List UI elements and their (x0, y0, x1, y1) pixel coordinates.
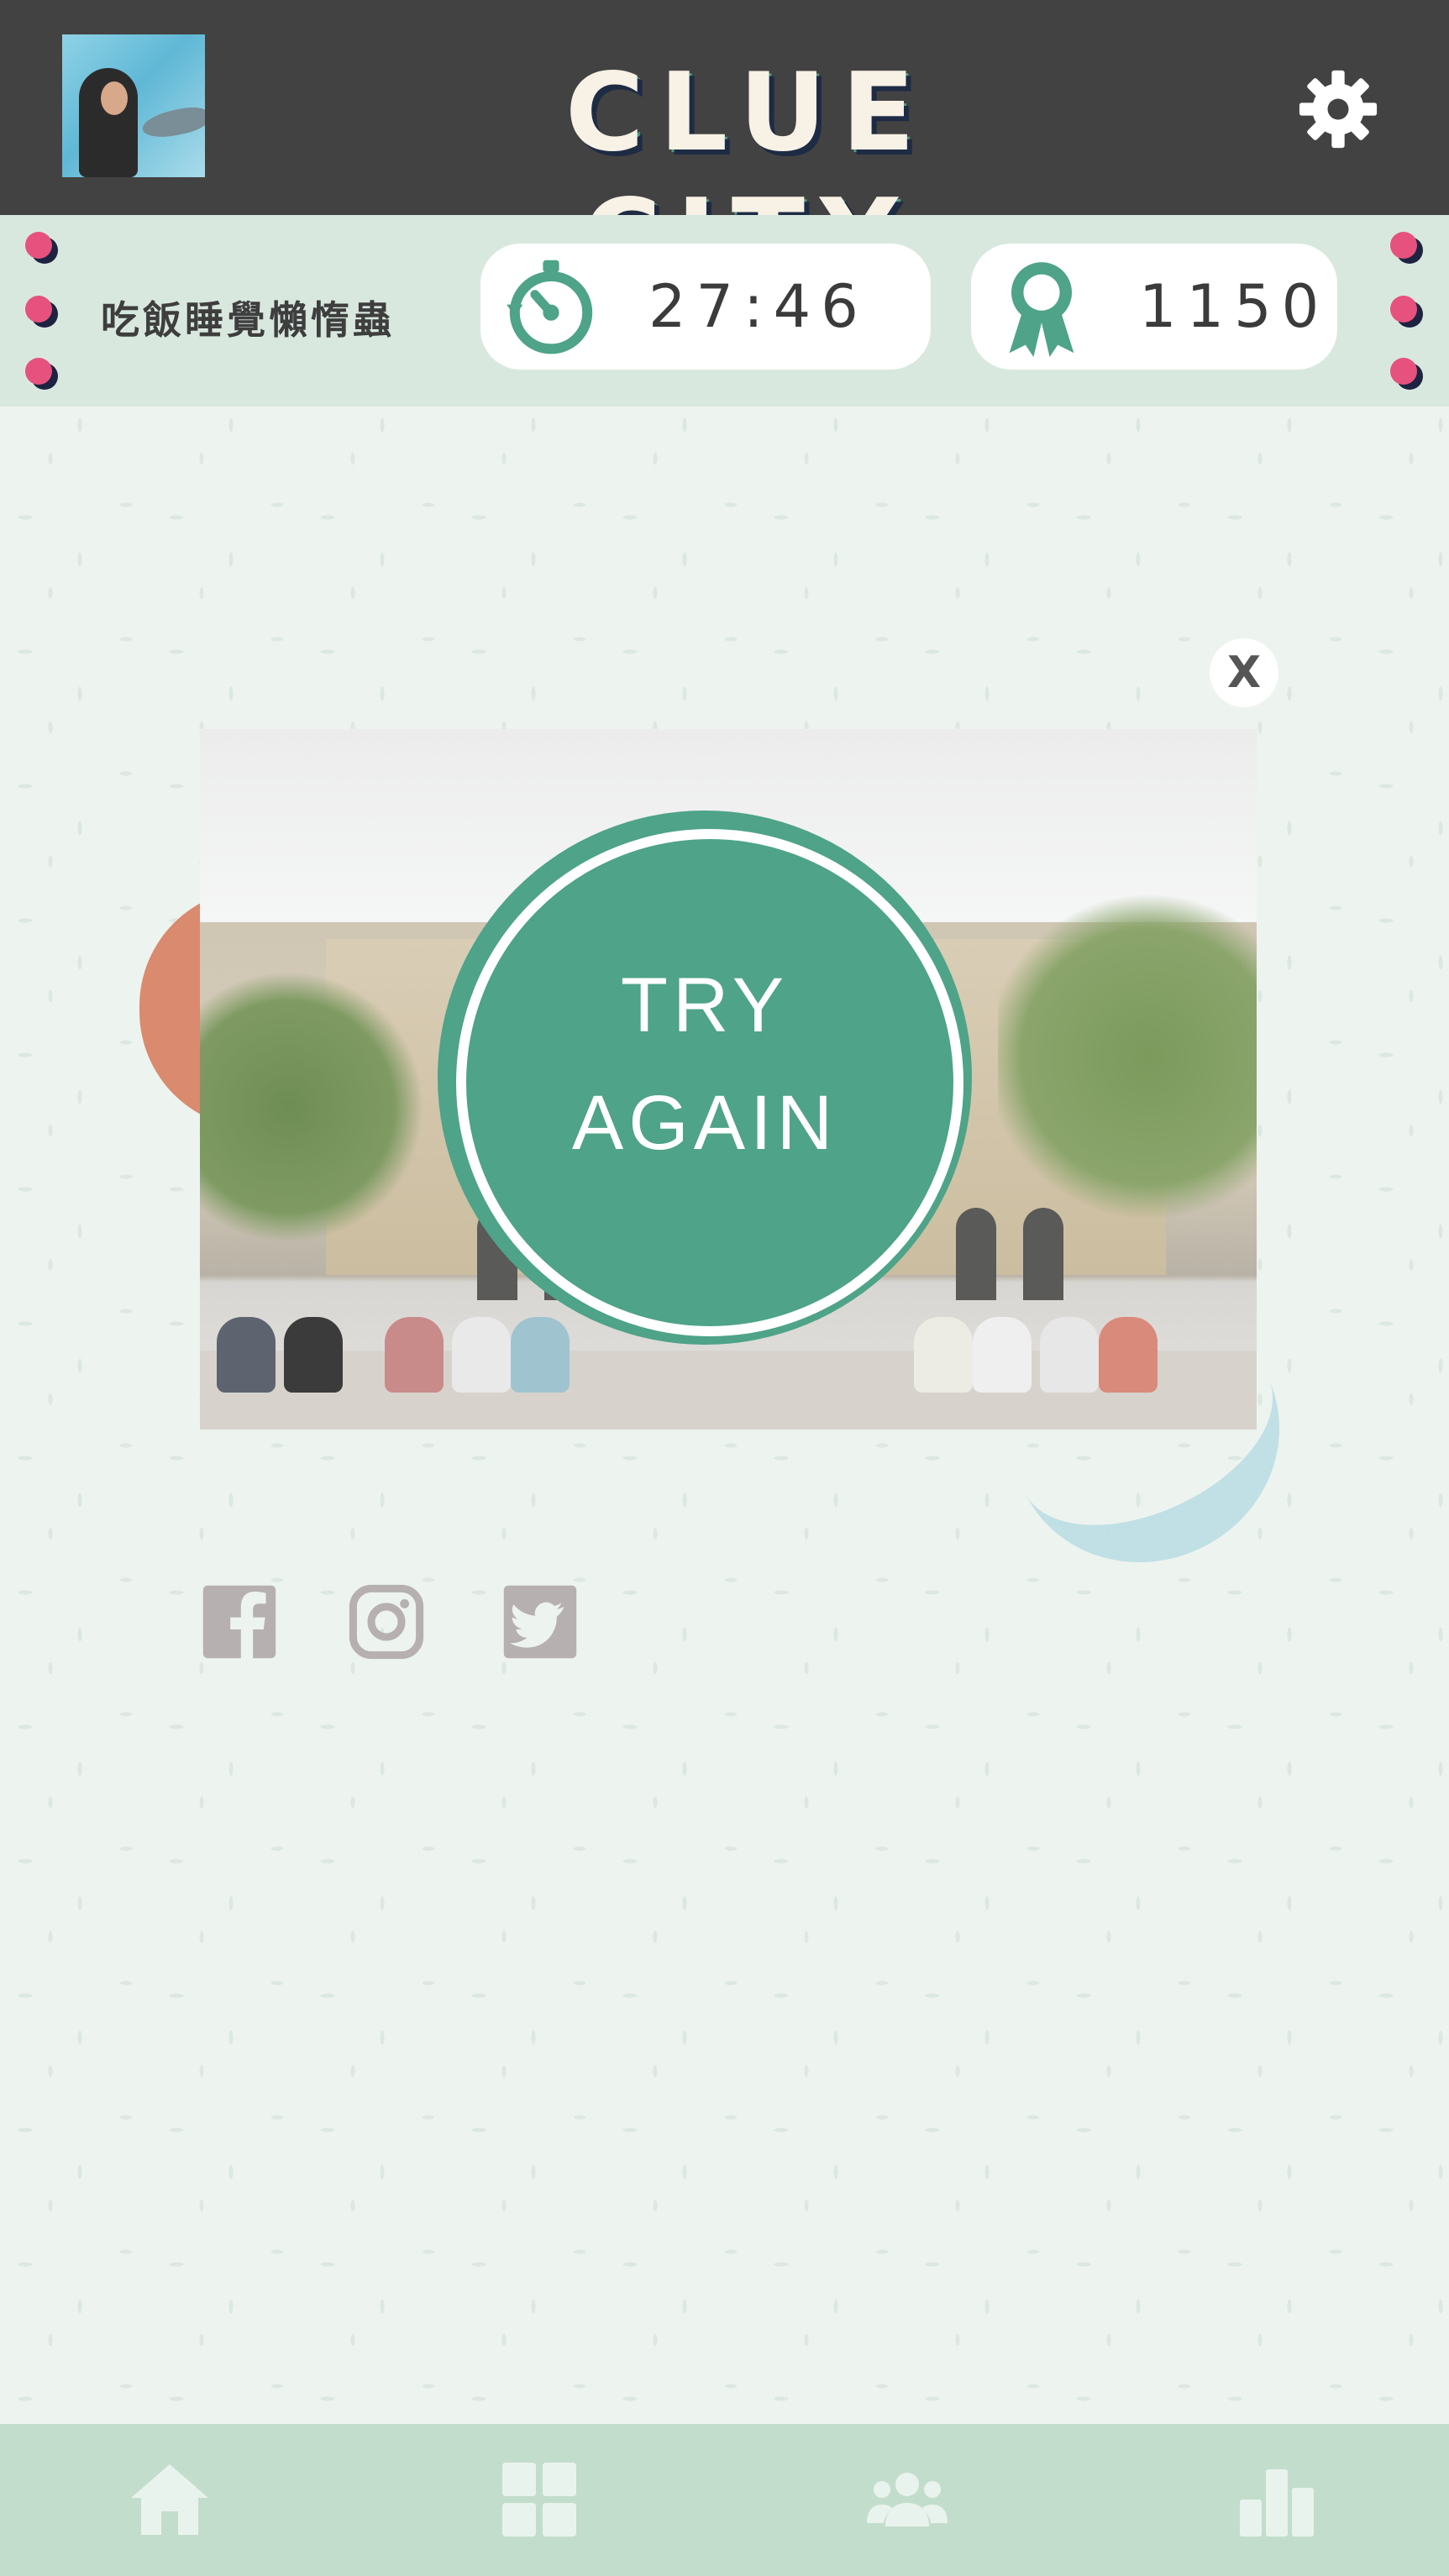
photo-tree (998, 880, 1257, 1233)
photo-scooter (1040, 1317, 1099, 1393)
avatar-photo-dolphin (139, 103, 205, 142)
bottom-navigation (0, 2424, 1449, 2576)
stopwatch-icon (507, 260, 593, 354)
app-header: CLUE CITY (0, 0, 1449, 302)
photo-window (956, 1208, 996, 1300)
photo-scooter (511, 1317, 570, 1393)
photo-scooter (973, 1317, 1032, 1393)
leaderboard-icon[interactable] (1235, 2458, 1319, 2542)
score-pill: 1150 (971, 244, 1337, 370)
photo-scooter (217, 1317, 276, 1393)
try-again-label-line1: TRY (620, 963, 790, 1048)
photo-scooter (914, 1317, 973, 1393)
app-logo: CLUE CITY (564, 50, 931, 302)
award-ribbon-icon (1009, 262, 1074, 357)
decorative-dot (25, 358, 52, 385)
decorative-dot (1390, 358, 1417, 385)
photo-scooter (284, 1317, 343, 1393)
photo-scooter (385, 1317, 444, 1393)
avatar-photo-face (101, 81, 128, 115)
facebook-icon[interactable] (202, 1584, 277, 1660)
timer-pill: 27:46 (480, 244, 931, 370)
try-again-button[interactable]: TRY AGAIN (438, 811, 972, 1345)
decorative-dot (1390, 296, 1417, 323)
home-icon[interactable] (128, 2458, 212, 2542)
gear-icon[interactable] (1298, 69, 1378, 150)
username: 吃飯睡覺懶惰蟲 (101, 297, 395, 343)
user-avatar[interactable] (62, 34, 205, 177)
close-button[interactable]: X (1210, 638, 1278, 707)
decorative-dots-left (25, 232, 59, 400)
decorative-dot (25, 232, 52, 259)
decorative-dot (25, 296, 52, 323)
decorative-dots-right (1390, 232, 1424, 400)
photo-tree (200, 973, 427, 1241)
status-bar: 吃飯睡覺懶惰蟲 27:46 1150 (0, 215, 1449, 407)
try-again-label-line2: AGAIN (571, 1080, 838, 1166)
score-value: 1150 (1139, 272, 1330, 341)
group-icon[interactable] (865, 2458, 949, 2542)
twitter-icon[interactable] (502, 1584, 578, 1660)
photo-scooter (452, 1317, 511, 1393)
decorative-dot (1390, 232, 1417, 259)
instagram-icon[interactable] (349, 1584, 424, 1660)
grid-icon[interactable] (497, 2458, 581, 2542)
photo-scooter (1099, 1317, 1158, 1393)
timer-value: 27:46 (648, 272, 869, 341)
